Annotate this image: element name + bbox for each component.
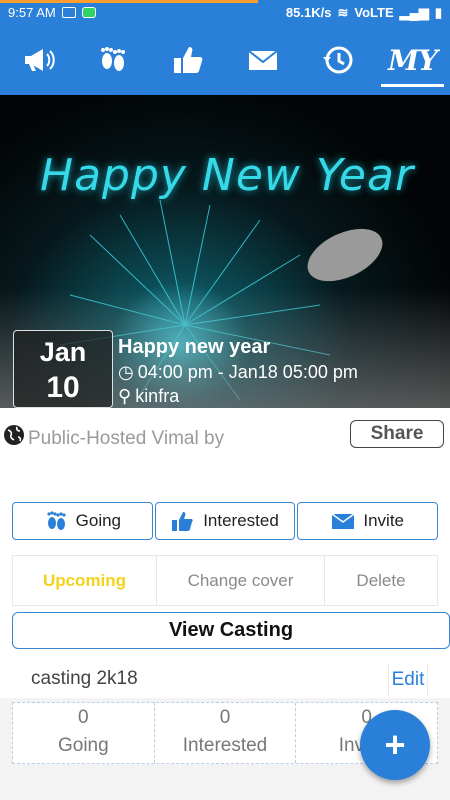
stat-going-label: Going	[57, 735, 109, 756]
clock-icon: ◷	[118, 362, 134, 382]
event-date-badge: Jan 10	[13, 330, 113, 408]
envelope-icon	[247, 50, 278, 70]
invite-button[interactable]: Invite	[297, 502, 439, 540]
event-info: Happy new year ◷ 04:00 pm - Jan18 05:00 …	[118, 334, 358, 408]
thumbs-up-icon	[172, 512, 193, 531]
carrier-label: VoLTE	[354, 5, 394, 20]
casting-name: casting 2k18	[31, 668, 138, 689]
thumbs-up-icon	[173, 47, 202, 73]
stat-interested[interactable]: 0 Interested	[155, 703, 297, 763]
wifi-icon: ≋	[337, 4, 349, 20]
tab-my[interactable]: MY	[375, 25, 450, 95]
share-button[interactable]: Share	[350, 420, 444, 448]
event-title: Happy new year	[118, 336, 271, 358]
status-bar: 9:57 AM 85.1K/s ≋ VoLTE ▂▄▆ ▮	[0, 0, 450, 25]
network-speed: 85.1K/s	[285, 5, 332, 20]
stat-interested-label: Interested	[182, 735, 268, 756]
upcoming-tab[interactable]: Upcoming	[13, 556, 157, 605]
change-cover-button[interactable]: Change cover	[157, 556, 325, 605]
delete-button[interactable]: Delete	[325, 556, 437, 605]
tab-history[interactable]	[300, 25, 375, 95]
event-time: 04:00 pm - Jan18 05:00 pm	[137, 362, 358, 382]
tab-messages[interactable]	[225, 25, 300, 95]
event-time-row: ◷ 04:00 pm - Jan18 05:00 pm	[118, 360, 358, 384]
history-icon	[322, 46, 352, 74]
view-casting-button[interactable]: View Casting	[12, 612, 450, 649]
globe-icon	[4, 425, 24, 445]
stat-going-count: 0	[78, 707, 89, 728]
event-day: 10	[46, 371, 80, 404]
event-place: kinfra	[135, 386, 180, 406]
banner-headline: Happy New Year	[40, 150, 415, 201]
top-tab-bar: MY	[0, 25, 450, 95]
megaphone-icon	[24, 49, 55, 71]
signal-icon: ▂▄▆	[399, 4, 429, 20]
tab-interested[interactable]	[150, 25, 225, 95]
notification-icon	[61, 7, 76, 18]
add-fab-button[interactable]: +	[360, 710, 430, 780]
tab-my-label: MY	[388, 43, 438, 77]
going-label: Going	[75, 511, 122, 530]
event-month: Jan	[39, 337, 87, 367]
interested-button[interactable]: Interested	[154, 502, 296, 540]
footprints-icon	[100, 47, 125, 71]
event-manage-bar: Upcoming Change cover Delete	[12, 555, 438, 606]
tab-announcements[interactable]	[0, 25, 75, 95]
casting-row: casting 2k18 Edit	[0, 664, 450, 698]
download-progress	[0, 0, 258, 3]
footprints-icon	[47, 511, 66, 530]
rsvp-actions: Going Interested Invite	[12, 502, 439, 540]
going-button[interactable]: Going	[12, 502, 153, 540]
invite-label: Invite	[363, 511, 404, 530]
status-time: 9:57 AM	[8, 5, 56, 20]
edit-casting-link[interactable]: Edit	[388, 664, 428, 696]
stat-going[interactable]: 0 Going	[13, 703, 155, 763]
event-place-row: ⚲ kinfra	[118, 384, 358, 408]
envelope-icon	[331, 513, 355, 529]
host-info-row: Public-Hosted Vimal by Share	[0, 420, 450, 480]
tab-going[interactable]	[75, 25, 150, 95]
host-text: Public-Hosted Vimal by	[28, 428, 225, 449]
whatsapp-icon	[81, 7, 96, 18]
battery-icon: ▮	[434, 4, 442, 20]
stat-interested-count: 0	[219, 707, 231, 728]
interested-label: Interested	[203, 511, 279, 530]
location-pin-icon: ⚲	[118, 386, 132, 406]
